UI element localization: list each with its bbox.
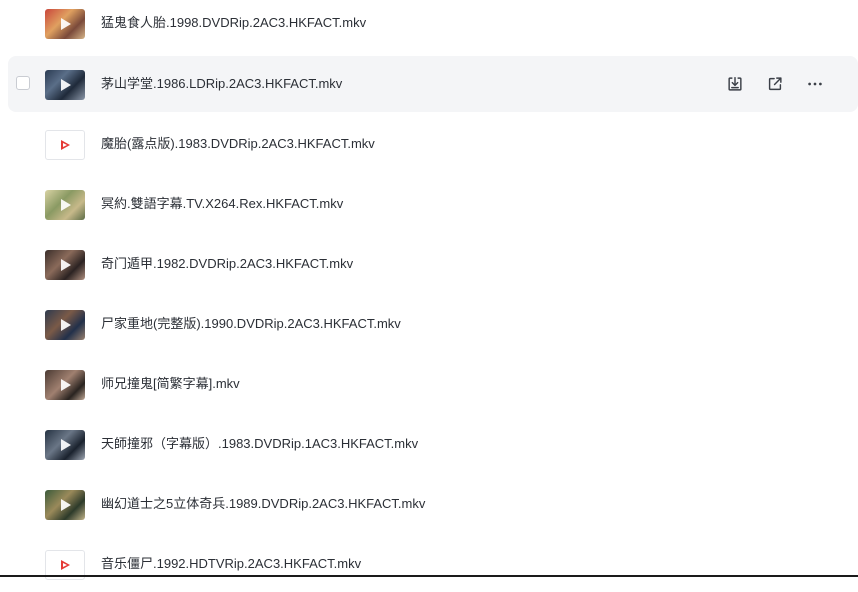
file-name[interactable]: 茅山学堂.1986.LDRip.2AC3.HKFACT.mkv <box>101 56 342 112</box>
play-icon <box>61 79 71 91</box>
file-row[interactable]: 奇门遁甲.1982.DVDRip.2AC3.HKFACT.mkv <box>8 236 858 292</box>
file-name[interactable]: 音乐僵尸.1992.HDTVRip.2AC3.HKFACT.mkv <box>101 536 361 592</box>
more-icon[interactable] <box>803 72 827 96</box>
play-icon <box>61 259 71 271</box>
file-row[interactable]: 天師撞邪（字幕版）.1983.DVDRip.1AC3.HKFACT.mkv <box>8 416 858 472</box>
file-name[interactable]: 尸家重地(完整版).1990.DVDRip.2AC3.HKFACT.mkv <box>101 296 401 352</box>
file-list: 猛鬼食人胎.1998.DVDRip.2AC3.HKFACT.mkv 茅山学堂.19… <box>0 0 858 580</box>
play-icon <box>61 499 71 511</box>
row-checkbox[interactable] <box>16 76 30 90</box>
play-icon <box>61 319 71 331</box>
file-name[interactable]: 魔胎(露点版).1983.DVDRip.2AC3.HKFACT.mkv <box>101 116 375 172</box>
file-row[interactable]: 冥約.雙語字幕.TV.X264.Rex.HKFACT.mkv <box>8 176 858 232</box>
file-name[interactable]: 奇门遁甲.1982.DVDRip.2AC3.HKFACT.mkv <box>101 236 353 292</box>
video-thumbnail <box>45 370 85 400</box>
play-icon <box>61 199 71 211</box>
video-thumbnail <box>45 430 85 460</box>
file-row[interactable]: 尸家重地(完整版).1990.DVDRip.2AC3.HKFACT.mkv <box>8 296 858 352</box>
file-name[interactable]: 幽幻道士之5立体奇兵.1989.DVDRip.2AC3.HKFACT.mkv <box>101 476 425 532</box>
play-icon <box>61 18 71 30</box>
file-name[interactable]: 猛鬼食人胎.1998.DVDRip.2AC3.HKFACT.mkv <box>101 0 366 51</box>
file-row[interactable]: 魔胎(露点版).1983.DVDRip.2AC3.HKFACT.mkv <box>8 116 858 172</box>
file-name[interactable]: 师兄撞鬼[简繁字幕].mkv <box>101 356 240 412</box>
video-thumbnail <box>45 70 85 100</box>
video-thumbnail <box>45 310 85 340</box>
play-icon <box>61 439 71 451</box>
download-icon[interactable] <box>723 72 747 96</box>
file-row[interactable]: 猛鬼食人胎.1998.DVDRip.2AC3.HKFACT.mkv <box>8 0 858 51</box>
video-thumbnail <box>45 250 85 280</box>
file-row[interactable]: 茅山学堂.1986.LDRip.2AC3.HKFACT.mkv <box>8 56 858 112</box>
file-row[interactable]: 音乐僵尸.1992.HDTVRip.2AC3.HKFACT.mkv <box>8 536 858 592</box>
file-name[interactable]: 天師撞邪（字幕版）.1983.DVDRip.1AC3.HKFACT.mkv <box>101 416 418 472</box>
play-icon <box>61 379 71 391</box>
video-file-icon <box>45 130 85 160</box>
file-row[interactable]: 幽幻道士之5立体奇兵.1989.DVDRip.2AC3.HKFACT.mkv <box>8 476 858 532</box>
file-name[interactable]: 冥約.雙語字幕.TV.X264.Rex.HKFACT.mkv <box>101 176 343 232</box>
video-thumbnail <box>45 490 85 520</box>
video-thumbnail <box>45 190 85 220</box>
file-row[interactable]: 师兄撞鬼[简繁字幕].mkv <box>8 356 858 412</box>
share-icon[interactable] <box>763 72 787 96</box>
play-icon <box>61 560 70 570</box>
play-icon <box>61 140 70 150</box>
video-thumbnail <box>45 9 85 39</box>
